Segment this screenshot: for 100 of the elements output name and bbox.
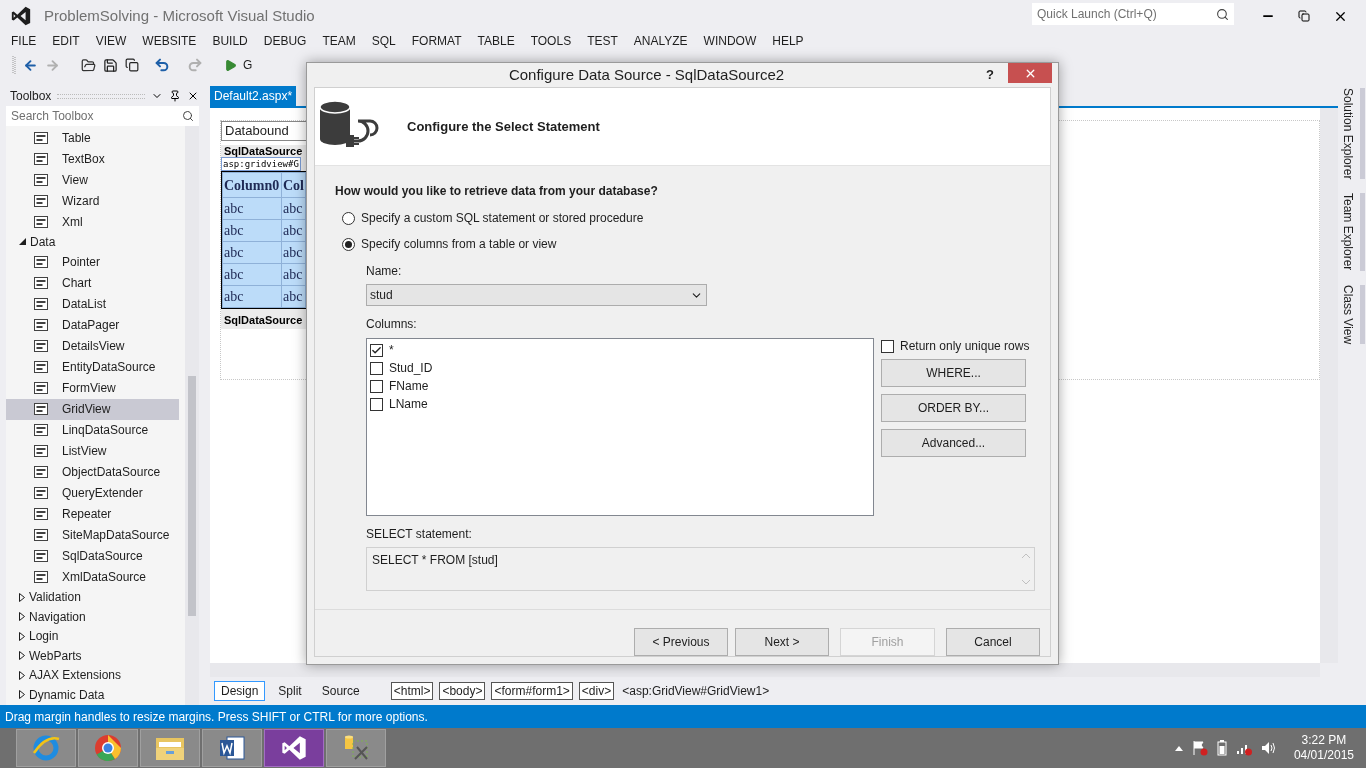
toolbox-item[interactable]: SqlDataSource (6, 545, 179, 567)
undo-icon[interactable] (154, 57, 170, 73)
save-all-icon[interactable] (125, 58, 139, 72)
columns-list[interactable]: * Stud_ID FName LName (366, 338, 874, 516)
menu-item[interactable]: WINDOW (695, 32, 765, 50)
toolbox-item[interactable]: DataPager (6, 314, 179, 336)
column-option[interactable]: Stud_ID (370, 359, 873, 377)
help-button[interactable]: ? (986, 65, 994, 85)
horizontal-scrollbar[interactable] (210, 663, 1320, 677)
clock[interactable]: 3:22 PM 04/01/2015 (1293, 733, 1354, 763)
toolbox-group[interactable]: Navigation (6, 607, 179, 627)
toolbox-item[interactable]: ObjectDataSource (6, 461, 179, 483)
toolbox-group[interactable]: AJAX Extensions (6, 665, 179, 685)
toolbox-search-field[interactable]: Search Toolbox (6, 106, 199, 126)
toolbox-item[interactable]: FormView (6, 377, 179, 399)
taskbar-app[interactable] (202, 729, 262, 767)
side-panel-tab[interactable]: Team Explorer (1339, 193, 1365, 271)
query-button[interactable]: ORDER BY... (881, 394, 1026, 422)
toolbox-item[interactable]: Table (6, 127, 179, 148)
checkbox[interactable] (370, 397, 383, 411)
menu-item[interactable]: FILE (3, 32, 45, 50)
toolbox-item[interactable]: Wizard (6, 190, 179, 211)
toolbox-item[interactable]: Chart (6, 272, 179, 294)
vertical-scrollbar[interactable] (1320, 108, 1338, 663)
toolbox-item[interactable]: Pointer (6, 251, 179, 273)
run-button[interactable]: G (224, 56, 253, 74)
toolbox-item[interactable]: EntityDataSource (6, 356, 179, 378)
toolbox-item[interactable]: TextBox (6, 148, 179, 169)
menu-item[interactable]: TEAM (314, 32, 364, 50)
checkbox[interactable] (370, 379, 383, 393)
radio-option[interactable]: Specify a custom SQL statement or stored procedure (342, 209, 1050, 227)
menu-item[interactable]: EDIT (44, 32, 88, 50)
menu-item[interactable]: SQL (363, 32, 404, 50)
breadcrumb-tag[interactable]: <div> (578, 682, 615, 700)
breadcrumb-tag[interactable]: <form#form1> (491, 682, 573, 700)
query-button[interactable]: WHERE... (881, 359, 1026, 387)
wizard-button[interactable]: Cancel (946, 628, 1040, 656)
toolbox-item[interactable]: View (6, 169, 179, 190)
menu-item[interactable]: VIEW (87, 32, 135, 50)
name-dropdown[interactable]: stud (366, 284, 707, 306)
menu-item[interactable]: DEBUG (255, 32, 315, 50)
toolbox-item[interactable]: LinqDataSource (6, 419, 179, 441)
save-icon[interactable] (103, 57, 118, 73)
taskbar-app[interactable] (140, 729, 200, 767)
toolbox-item[interactable]: GridView (6, 398, 179, 420)
radio-button[interactable] (342, 211, 355, 225)
radio-option[interactable]: Specify columns from a table or view (342, 235, 1050, 253)
toolbox-item[interactable]: SiteMapDataSource (6, 524, 179, 546)
view-tab[interactable]: Source (314, 681, 367, 701)
toolbox-item[interactable]: QueryExtender (6, 482, 179, 504)
menu-item[interactable]: TOOLS (522, 32, 580, 50)
pin-icon[interactable] (169, 90, 181, 102)
menu-item[interactable]: BUILD (204, 32, 256, 50)
flag-icon[interactable] (1191, 740, 1208, 756)
checkbox[interactable] (370, 343, 383, 357)
toolbox-group[interactable]: WebParts (6, 646, 179, 666)
toolbox-item[interactable]: DataList (6, 293, 179, 315)
toolbox-group[interactable]: Validation (6, 587, 179, 607)
unique-rows-option[interactable]: Return only unique rows (881, 338, 1041, 354)
toolbox-item[interactable]: ListView (6, 440, 179, 462)
document-tab[interactable]: Default2.aspx* (210, 86, 297, 106)
side-panel-tab[interactable]: Class View (1339, 284, 1365, 344)
caret-up-icon[interactable] (1174, 745, 1183, 751)
battery-icon[interactable] (1216, 740, 1227, 756)
radio-button[interactable] (342, 237, 355, 251)
toolbox-item[interactable]: DetailsView (6, 335, 179, 357)
back-icon[interactable] (23, 57, 38, 73)
menu-item[interactable]: HELP (764, 32, 812, 50)
column-option[interactable]: * (370, 341, 873, 359)
menu-item[interactable]: ANALYZE (625, 32, 696, 50)
toolbox-group[interactable]: Data (6, 232, 179, 252)
menu-item[interactable]: FORMAT (403, 32, 470, 50)
toolbox-item[interactable]: XmlDataSource (6, 566, 179, 588)
scrollbar[interactable] (185, 126, 199, 705)
toolbox-item[interactable]: Xml (6, 211, 179, 232)
toolbox-group[interactable]: Login (6, 626, 179, 646)
breadcrumb-tag[interactable]: <body> (439, 682, 486, 700)
menu-item[interactable]: TABLE (469, 32, 523, 50)
speaker-icon[interactable] (1260, 741, 1277, 755)
quick-launch-field[interactable]: Quick Launch (Ctrl+Q) (1032, 3, 1234, 25)
taskbar-app[interactable] (264, 729, 324, 767)
column-option[interactable]: FName (370, 377, 873, 395)
column-option[interactable]: LName (370, 395, 873, 413)
wizard-button[interactable]: < Previous (634, 628, 728, 656)
breadcrumb-tag[interactable]: <asp:GridView#GridView1> (620, 682, 772, 700)
menu-item[interactable]: WEBSITE (134, 32, 205, 50)
wizard-button[interactable]: Next > (735, 628, 829, 656)
taskbar-app[interactable] (326, 729, 386, 767)
checkbox[interactable] (881, 339, 894, 353)
taskbar-app[interactable] (78, 729, 138, 767)
view-tab[interactable]: Split (271, 681, 309, 701)
toolbox-item[interactable]: Repeater (6, 503, 179, 525)
breadcrumb-tag[interactable]: <html> (390, 682, 434, 700)
close-icon[interactable] (187, 90, 199, 102)
folder-icon[interactable] (81, 57, 96, 73)
menu-item[interactable]: TEST (579, 32, 626, 50)
side-panel-tab[interactable]: Solution Explorer (1339, 88, 1365, 180)
select-statement-field[interactable]: SELECT * FROM [stud] (366, 547, 1035, 591)
query-button[interactable]: Advanced... (881, 429, 1026, 457)
checkbox[interactable] (370, 361, 383, 375)
